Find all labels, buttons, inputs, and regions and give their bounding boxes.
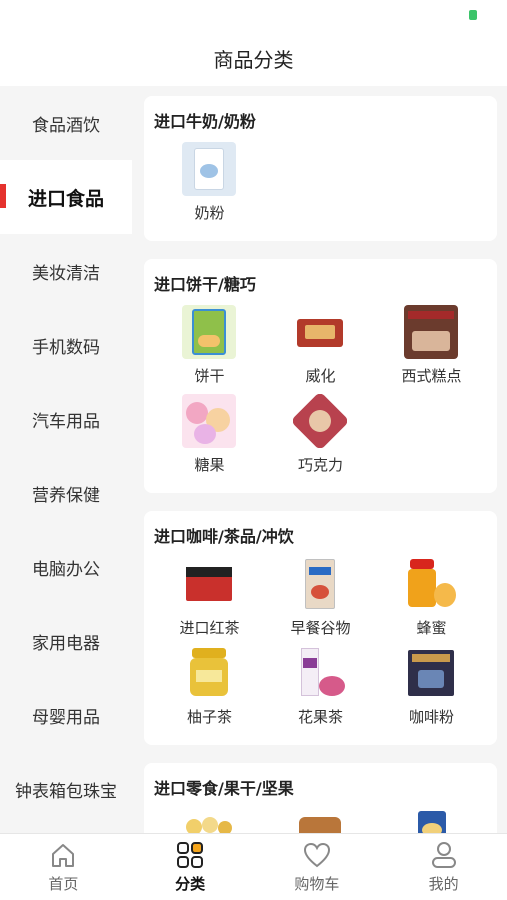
item-grid: 饼干 威化 西式糕点 糖果 巧克力 — [154, 305, 487, 483]
tab-label: 购物车 — [294, 875, 340, 893]
sidebar-item-label: 汽车用品 — [32, 411, 100, 432]
category-tile[interactable]: 进口红茶 — [154, 557, 265, 638]
sidebar-item-baby[interactable]: 母婴用品 — [0, 678, 132, 752]
tile-label: 咖啡粉 — [408, 708, 454, 726]
nuts-icon — [404, 809, 459, 833]
section-title: 进口零食/果干/坚果 — [154, 779, 294, 798]
tile-label: 柚子茶 — [186, 708, 232, 726]
home-icon — [52, 844, 75, 867]
sidebar-item-auto[interactable]: 汽车用品 — [0, 382, 132, 456]
heart-cart-icon — [303, 842, 330, 868]
item-grid: 奶粉 — [154, 142, 487, 231]
section-title: 进口牛奶/奶粉 — [154, 112, 256, 131]
section-card: 进口牛奶/奶粉 奶粉 — [144, 96, 497, 241]
honey-icon — [404, 557, 459, 611]
section-card: 进口饼干/糖巧 饼干 威化 西式糕点 糖果 巧克力 — [144, 259, 497, 493]
sidebar-item-food-drinks[interactable]: 食品酒饮 — [0, 86, 132, 160]
category-sidebar: 食品酒饮 进口食品 美妆清洁 手机数码 汽车用品 营养保健 电脑办公 家用电器 … — [0, 86, 132, 833]
item-grid — [154, 809, 487, 833]
sidebar-item-label: 手机数码 — [32, 337, 100, 358]
sidebar-item-phones-digital[interactable]: 手机数码 — [0, 308, 132, 382]
tile-label: 饼干 — [194, 367, 225, 385]
category-tile[interactable]: 花果茶 — [265, 646, 376, 727]
status-bar — [0, 0, 507, 30]
category-tile[interactable] — [265, 809, 376, 833]
category-tile[interactable]: 早餐谷物 — [265, 557, 376, 638]
sidebar-item-label: 营养保健 — [32, 485, 100, 506]
section-card: 进口咖啡/茶品/冲饮 进口红茶 早餐谷物 蜂蜜 柚子茶 花果茶 咖啡粉 — [144, 511, 497, 745]
category-tile[interactable]: 饼干 — [154, 305, 265, 386]
category-tile[interactable]: 糖果 — [154, 394, 265, 475]
header: 商品分类 — [0, 30, 507, 86]
tab-home[interactable]: 首页 — [0, 834, 127, 900]
section-title: 进口饼干/糖巧 — [154, 275, 256, 294]
tab-category[interactable]: 分类 — [127, 834, 254, 900]
sidebar-item-watches-bags[interactable]: 钟表箱包珠宝 — [0, 752, 132, 826]
sidebar-item-nutrition[interactable]: 营养保健 — [0, 456, 132, 530]
citron-tea-icon — [182, 646, 237, 700]
category-tile[interactable]: 西式糕点 — [376, 305, 487, 386]
tile-label: 奶粉 — [194, 204, 225, 222]
category-tile[interactable] — [376, 809, 487, 833]
sidebar-item-label: 家用电器 — [32, 633, 100, 654]
tile-label: 威化 — [305, 367, 336, 385]
sidebar-item-label: 电脑办公 — [32, 559, 100, 580]
snack-icon — [182, 809, 237, 833]
tab-label: 首页 — [48, 875, 79, 893]
profile-icon — [431, 842, 456, 868]
sidebar-item-imported-food[interactable]: 进口食品 — [0, 160, 132, 234]
coffee-powder-icon — [404, 646, 459, 700]
tile-label: 糖果 — [194, 456, 225, 474]
battery-icon — [469, 10, 477, 20]
sidebar-item-computer-office[interactable]: 电脑办公 — [0, 530, 132, 604]
sidebar-item-label: 食品酒饮 — [32, 115, 100, 136]
tab-profile[interactable]: 我的 — [380, 834, 507, 900]
section-title: 进口咖啡/茶品/冲饮 — [154, 527, 294, 546]
category-tile[interactable]: 柚子茶 — [154, 646, 265, 727]
tile-label: 巧克力 — [297, 456, 343, 474]
sidebar-item-appliances[interactable]: 家用电器 — [0, 604, 132, 678]
tab-label: 我的 — [428, 875, 459, 893]
sidebar-item-label: 进口食品 — [27, 187, 104, 210]
category-tile[interactable]: 咖啡粉 — [376, 646, 487, 727]
item-grid: 进口红茶 早餐谷物 蜂蜜 柚子茶 花果茶 咖啡粉 — [154, 557, 487, 735]
sidebar-item-label: 美妆清洁 — [32, 263, 100, 284]
bottom-tab-bar: 首页 分类 购物车 我的 — [0, 833, 507, 900]
tab-cart[interactable]: 购物车 — [254, 834, 381, 900]
dried-fruit-icon — [293, 809, 348, 833]
category-content: 进口牛奶/奶粉 奶粉 进口饼干/糖巧 饼干 威化 西式糕点 糖果 巧克力 进口咖… — [132, 86, 507, 833]
category-tile[interactable] — [154, 809, 265, 833]
black-tea-icon — [182, 557, 237, 611]
tile-label: 蜂蜜 — [416, 619, 447, 637]
main-area: 食品酒饮 进口食品 美妆清洁 手机数码 汽车用品 营养保健 电脑办公 家用电器 … — [0, 86, 507, 833]
chocolate-icon — [293, 394, 348, 448]
category-icon — [177, 842, 204, 868]
sidebar-item-label: 钟表箱包珠宝 — [15, 781, 117, 802]
wafer-icon — [293, 305, 348, 359]
pastry-icon — [404, 305, 459, 359]
sidebar-item-beauty-cleaning[interactable]: 美妆清洁 — [0, 234, 132, 308]
tile-label: 早餐谷物 — [290, 619, 351, 637]
tab-label: 分类 — [175, 875, 206, 893]
section-card: 进口零食/果干/坚果 — [144, 763, 497, 833]
page-title: 商品分类 — [213, 47, 294, 72]
candy-icon — [182, 394, 237, 448]
category-tile[interactable]: 威化 — [265, 305, 376, 386]
tile-label: 西式糕点 — [401, 367, 462, 385]
tile-label: 花果茶 — [297, 708, 343, 726]
category-tile[interactable]: 蜂蜜 — [376, 557, 487, 638]
biscuit-icon — [182, 305, 237, 359]
category-tile[interactable]: 奶粉 — [154, 142, 265, 223]
sidebar-item-label: 母婴用品 — [32, 707, 100, 728]
fruit-tea-icon — [293, 646, 348, 700]
category-tile[interactable]: 巧克力 — [265, 394, 376, 475]
milk-powder-icon — [182, 142, 237, 196]
cereal-icon — [293, 557, 348, 611]
tile-label: 进口红茶 — [179, 619, 240, 637]
